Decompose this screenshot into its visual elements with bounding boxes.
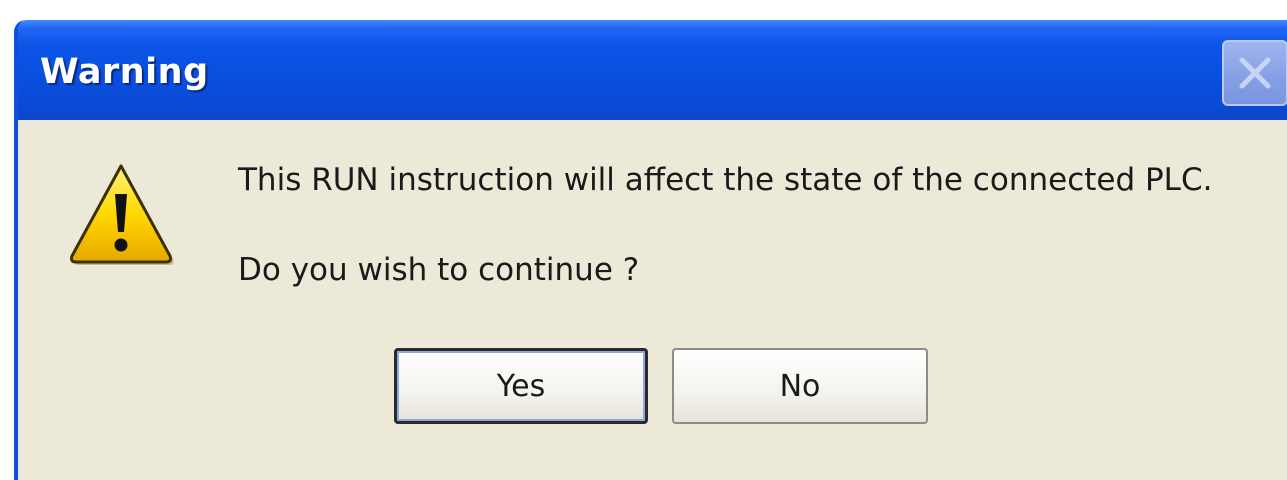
yes-button[interactable]: Yes <box>394 348 648 424</box>
close-button[interactable] <box>1222 40 1287 106</box>
dialog-title: Warning <box>40 52 209 92</box>
message-line-2: Do you wish to continue ? <box>238 252 640 288</box>
warning-icon <box>70 164 174 265</box>
message-line-1: This RUN instruction will affect the sta… <box>238 162 1213 198</box>
close-icon <box>1239 57 1271 89</box>
no-button[interactable]: No <box>672 348 928 424</box>
dialog-titlebar[interactable]: Warning <box>18 20 1287 120</box>
warning-dialog: Warning This RUN instruction will affect… <box>14 20 1287 480</box>
